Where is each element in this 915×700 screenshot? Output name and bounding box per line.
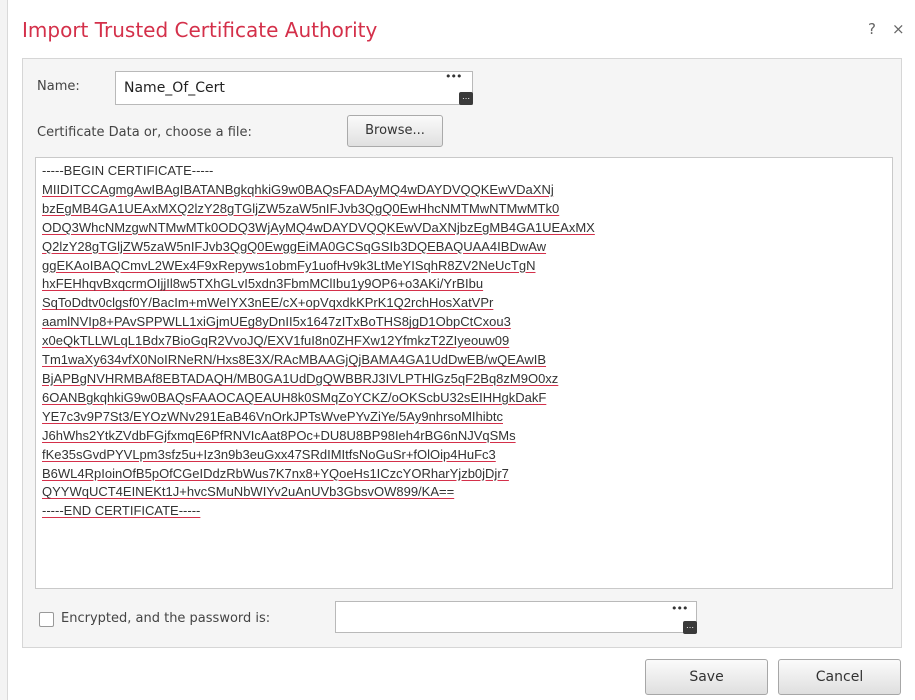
browse-button[interactable]: Browse... (347, 115, 443, 147)
name-field-keyboard-icon[interactable]: ⋯ (459, 92, 473, 105)
cert-line: BjAPBgNVHRMBAf8EBTADAQH/MB0GA1UdDgQWBBRJ… (42, 370, 559, 386)
cert-line: aamlNVIp8+PAvSPPWLL1xiGjmUEg8yDnII5x1647… (42, 314, 511, 330)
password-field-ellipsis-icon: ••• (671, 602, 688, 615)
encrypted-checkbox[interactable] (39, 612, 54, 627)
cert-line: fKe35sGvdPYVLpm3sfz5u+Iz3n9b3euGxx47SRdI… (42, 446, 496, 462)
background-window-edge (0, 0, 8, 700)
cert-line: MIIDITCCAgmgAwIBAgIBATANBgkqhkiG9w0BAQsF… (42, 181, 554, 197)
cert-line: ggEKAoIBAQCmvL2WEx4F9xRepyws1obmFy1uofHv… (42, 257, 536, 273)
cert-line: 6OANBgkqhkiG9w0BAQsFAAOCAQEAUH8k0SMqZoYC… (42, 389, 547, 405)
encrypted-label: Encrypted, and the password is: (61, 611, 271, 626)
help-icon[interactable]: ? (868, 20, 876, 38)
import-ca-dialog: Import Trusted Certificate Authority ? ×… (0, 0, 915, 700)
name-input[interactable] (115, 71, 473, 105)
cert-line: QYYWqUCT4EINEKt1J+hvcSMuNbWIYv2uAnUVb3Gb… (42, 484, 455, 500)
form-panel: Name: ••• ⋯ Certificate Data or, choose … (22, 58, 902, 648)
cert-line: -----BEGIN CERTIFICATE----- (42, 163, 214, 178)
name-label: Name: (37, 79, 80, 94)
cert-line: -----END CERTIFICATE----- (42, 503, 201, 519)
close-icon[interactable]: × (892, 20, 905, 38)
certificate-data-label: Certificate Data or, choose a file: (37, 125, 252, 140)
name-field-ellipsis-icon: ••• (445, 70, 462, 83)
cert-line: Tm1waXy634vfX0NoIRNeRN/Hxs8E3X/RAcMBAAGj… (42, 352, 547, 368)
password-field-keyboard-icon[interactable]: ⋯ (683, 621, 697, 634)
cert-line: SqToDdtv0clgsf0Y/BacIm+mWeIYX3nEE/cX+opV… (42, 295, 494, 311)
password-input[interactable] (335, 601, 697, 633)
cert-line: YE7c3v9P7St3/EYOzWNv291EaB46VnOrkJPTsWve… (42, 408, 503, 424)
certificate-data-textarea[interactable]: -----BEGIN CERTIFICATE----- MIIDITCCAgmg… (35, 157, 893, 589)
dialog-title: Import Trusted Certificate Authority (22, 18, 378, 42)
dialog-titlebar: Import Trusted Certificate Authority ? × (8, 0, 915, 62)
cert-line: bzEgMB4GA1UEAxMXQ2lzY28gTGljZW5zaW5nIFJv… (42, 200, 560, 216)
cancel-button[interactable]: Cancel (778, 659, 901, 695)
save-button[interactable]: Save (645, 659, 768, 695)
cert-line: ODQ3WhcNMzgwNTMwMTk0ODQ3WjAyMQ4wDAYDVQQK… (42, 219, 595, 235)
cert-line: hxFEHhqvBxqcrmOIjjIl8w5TXhGLvI5xdn3FbmMC… (42, 276, 484, 292)
cert-line: x0eQkTLLWLqL1Bdx7BioGqR2VvoJQ/EXV1fuI8n0… (42, 333, 510, 349)
cert-line: Q2lzY28gTGljZW5zaW5nIFJvb3QgQ0EwggEiMA0G… (42, 238, 547, 254)
cert-line: B6WL4RpIoinOfB5pOfCGeIDdzRbWus7K7nx8+YQo… (42, 465, 509, 481)
cert-line: J6hWhs2YtkZVdbFGjfxmqE6PfRNVIcAat8POc+DU… (42, 427, 516, 443)
